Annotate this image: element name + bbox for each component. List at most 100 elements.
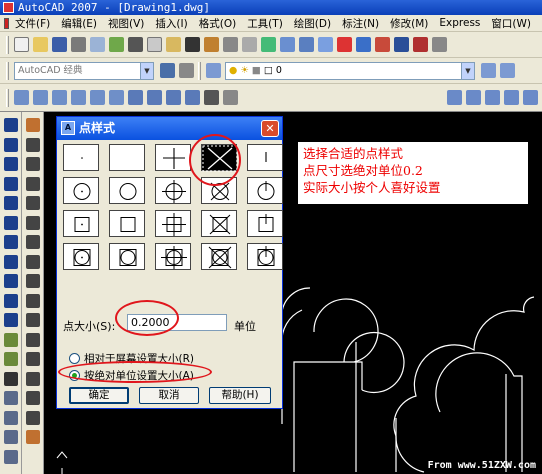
point-style-plus[interactable]	[155, 144, 191, 171]
array-icon[interactable]	[25, 196, 40, 210]
menu-file[interactable]: 文件(F)	[15, 16, 50, 31]
menu-express[interactable]: Express	[439, 17, 480, 29]
point-style-circle[interactable]	[109, 177, 145, 204]
point-style-circle-square[interactable]	[109, 243, 145, 270]
workspace-select[interactable]: AutoCAD 经典 ▼	[14, 61, 154, 80]
point-style-square-dot[interactable]	[63, 210, 99, 237]
extend-icon[interactable]	[25, 313, 40, 327]
block-editor-icon[interactable]	[204, 37, 219, 52]
chevron-down-icon[interactable]: ▼	[140, 62, 153, 79]
ok-button[interactable]: 确定	[69, 387, 129, 404]
point-style-circle-square-dot[interactable]	[63, 243, 99, 270]
menu-dimension[interactable]: 标注(N)	[342, 16, 379, 31]
make-object-layer-current-icon[interactable]	[481, 63, 496, 78]
copy-object-icon[interactable]	[25, 137, 40, 152]
paste-icon[interactable]	[166, 37, 181, 52]
circle-icon[interactable]	[3, 235, 18, 249]
menu-window[interactable]: 窗口(W)	[491, 16, 531, 31]
chevron-down-icon[interactable]: ▼	[461, 62, 474, 79]
redo-icon[interactable]	[242, 37, 257, 52]
point-style-dot[interactable]	[63, 144, 99, 171]
tool-palettes-icon[interactable]	[375, 37, 390, 52]
relative-size-radio[interactable]	[69, 353, 80, 364]
sheet-set-icon[interactable]	[394, 37, 409, 52]
offset-icon[interactable]	[25, 176, 40, 191]
join-icon[interactable]	[25, 371, 40, 386]
design-center-icon[interactable]	[356, 37, 371, 52]
left-view-icon[interactable]	[52, 90, 67, 105]
point-style-none[interactable]	[109, 144, 145, 171]
polyline-icon[interactable]	[3, 157, 18, 171]
point-style-circle-square-cross[interactable]	[201, 243, 237, 270]
zoom-window-icon[interactable]	[299, 37, 314, 52]
workspace-settings-icon[interactable]	[160, 63, 175, 78]
stretch-icon[interactable]	[25, 274, 40, 288]
camera-icon[interactable]	[204, 90, 219, 105]
insert-block-icon[interactable]	[3, 332, 18, 347]
plot-preview-icon[interactable]	[90, 37, 105, 52]
point-style-circle-square-tick[interactable]	[247, 243, 283, 270]
point-style-circle-tick[interactable]	[247, 177, 283, 204]
rectangle-icon[interactable]	[3, 196, 18, 210]
ucs-face-icon[interactable]	[504, 90, 519, 105]
menu-draw[interactable]: 绘图(D)	[294, 16, 331, 31]
help-button[interactable]: 帮助(H)	[209, 387, 271, 404]
break-icon[interactable]	[25, 352, 40, 366]
ucs-world-icon[interactable]	[466, 90, 481, 105]
polygon-icon[interactable]	[3, 176, 18, 191]
copy-icon[interactable]	[147, 37, 162, 52]
undo-icon[interactable]	[223, 37, 238, 52]
open-folder-icon[interactable]	[33, 37, 48, 52]
scale-icon[interactable]	[25, 254, 40, 269]
ellipse-icon[interactable]	[3, 293, 18, 308]
zoom-realtime-icon[interactable]	[280, 37, 295, 52]
ucs-icon[interactable]	[447, 90, 462, 105]
print-icon[interactable]	[71, 37, 86, 52]
ellipse-arc-icon[interactable]	[3, 313, 18, 327]
ucs-previous-icon[interactable]	[485, 90, 500, 105]
chamfer-icon[interactable]	[25, 391, 40, 405]
toolbar-grip[interactable]	[6, 35, 9, 54]
menu-view[interactable]: 视图(V)	[108, 16, 144, 31]
workspace-save-icon[interactable]	[179, 63, 194, 78]
arc-icon[interactable]	[3, 215, 18, 230]
properties-icon[interactable]	[337, 37, 352, 52]
point-icon[interactable]	[3, 371, 18, 386]
match-properties-icon[interactable]	[185, 37, 200, 52]
line-icon[interactable]	[3, 118, 18, 132]
document-menu-icon[interactable]	[4, 17, 9, 29]
ne-iso-view-icon[interactable]	[166, 90, 181, 105]
break-at-point-icon[interactable]	[25, 332, 40, 347]
sw-iso-view-icon[interactable]	[128, 90, 143, 105]
front-view-icon[interactable]	[90, 90, 105, 105]
point-style-square[interactable]	[109, 210, 145, 237]
mirror-icon[interactable]	[25, 157, 40, 171]
cut-icon[interactable]	[128, 37, 143, 52]
close-button[interactable]: ✕	[261, 120, 279, 137]
menu-edit[interactable]: 编辑(E)	[61, 16, 97, 31]
layer-select[interactable]: ● ☀ ■ □ 0 ▼	[225, 61, 475, 80]
ucs-object-icon[interactable]	[523, 90, 538, 105]
hatch-icon[interactable]	[3, 391, 18, 405]
cancel-button[interactable]: 取消	[139, 387, 199, 404]
point-style-square-plus[interactable]	[155, 210, 191, 237]
menu-tools[interactable]: 工具(T)	[247, 16, 283, 31]
publish-icon[interactable]	[109, 37, 124, 52]
gradient-icon[interactable]	[3, 410, 18, 425]
new-file-icon[interactable]	[14, 37, 29, 52]
menu-format[interactable]: 格式(O)	[199, 16, 236, 31]
named-views-icon[interactable]	[223, 90, 238, 105]
point-style-square-cross[interactable]	[201, 210, 237, 237]
region-icon[interactable]	[3, 430, 18, 444]
back-view-icon[interactable]	[109, 90, 124, 105]
trim-icon[interactable]	[25, 293, 40, 308]
toolbar-grip[interactable]	[198, 61, 201, 80]
move-icon[interactable]	[25, 215, 40, 230]
point-style-tick[interactable]	[247, 144, 283, 171]
top-view-icon[interactable]	[14, 90, 29, 105]
right-view-icon[interactable]	[71, 90, 86, 105]
nw-iso-view-icon[interactable]	[185, 90, 200, 105]
toolbar-grip[interactable]	[6, 88, 9, 107]
pan-icon[interactable]	[261, 37, 276, 52]
make-block-icon[interactable]	[3, 352, 18, 366]
